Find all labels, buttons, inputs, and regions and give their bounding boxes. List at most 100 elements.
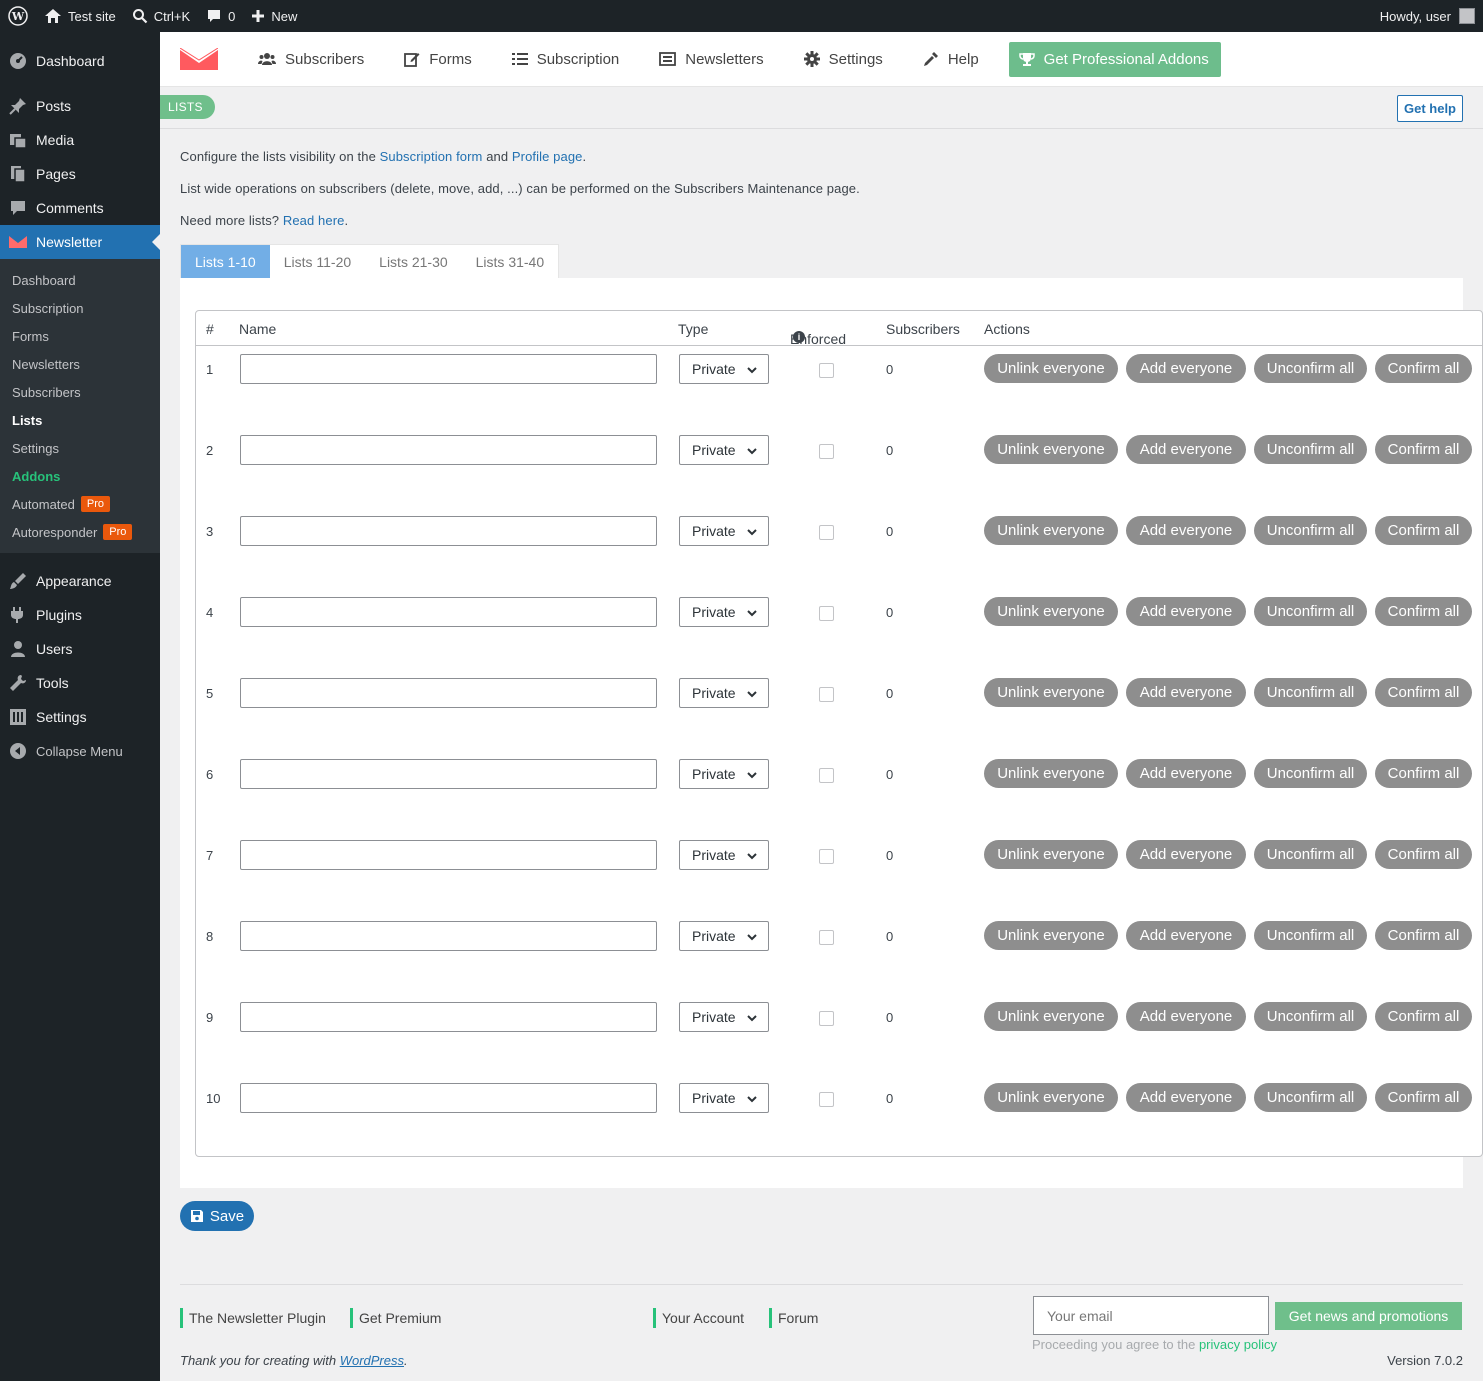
wordpress-link[interactable]: WordPress [340, 1353, 404, 1368]
search-shortcut[interactable]: Ctrl+K [124, 0, 198, 32]
unlink-everyone-button[interactable]: Unlink everyone [984, 759, 1118, 788]
nav-subscription[interactable]: Subscription [511, 51, 619, 68]
menu-comments[interactable]: Comments [0, 191, 160, 225]
tab-lists-11-20[interactable]: Lists 11-20 [270, 245, 365, 278]
menu-newsletter[interactable]: Newsletter [0, 225, 160, 259]
nav-newsletters[interactable]: Newsletters [659, 51, 764, 68]
list-type-select[interactable]: Private [679, 840, 769, 870]
tab-lists-1-10[interactable]: Lists 1-10 [181, 245, 270, 278]
submenu-lists[interactable]: Lists [0, 406, 160, 434]
add-everyone-button[interactable]: Add everyone [1126, 678, 1246, 707]
unlink-everyone-button[interactable]: Unlink everyone [984, 1002, 1118, 1031]
list-type-select[interactable]: Private [679, 597, 769, 627]
unconfirm-all-button[interactable]: Unconfirm all [1254, 678, 1367, 707]
unlink-everyone-button[interactable]: Unlink everyone [984, 1083, 1118, 1112]
confirm-all-button[interactable]: Confirm all [1375, 354, 1472, 383]
add-everyone-button[interactable]: Add everyone [1126, 759, 1246, 788]
list-type-select[interactable]: Private [679, 1083, 769, 1113]
submenu-settings[interactable]: Settings [0, 434, 160, 462]
newsletter-logo-icon[interactable] [179, 47, 219, 70]
collapse-menu-button[interactable]: Collapse Menu [0, 734, 160, 768]
enforced-checkbox[interactable] [819, 1011, 834, 1026]
confirm-all-button[interactable]: Confirm all [1375, 597, 1472, 626]
unconfirm-all-button[interactable]: Unconfirm all [1254, 840, 1367, 869]
enforced-checkbox[interactable] [819, 1092, 834, 1107]
new-content-link[interactable]: New [243, 0, 305, 32]
unconfirm-all-button[interactable]: Unconfirm all [1254, 1083, 1367, 1112]
confirm-all-button[interactable]: Confirm all [1375, 921, 1472, 950]
privacy-policy-link[interactable]: privacy policy [1199, 1337, 1277, 1352]
list-name-input[interactable] [240, 516, 657, 546]
unconfirm-all-button[interactable]: Unconfirm all [1254, 1002, 1367, 1031]
read-here-link[interactable]: Read here [283, 213, 345, 228]
tab-lists-21-30[interactable]: Lists 21-30 [365, 245, 461, 278]
save-button[interactable]: Save [180, 1201, 254, 1231]
list-type-select[interactable]: Private [679, 759, 769, 789]
unlink-everyone-button[interactable]: Unlink everyone [984, 354, 1118, 383]
list-type-select[interactable]: Private [679, 516, 769, 546]
nav-help[interactable]: Help [923, 51, 979, 68]
list-name-input[interactable] [240, 678, 657, 708]
unlink-everyone-button[interactable]: Unlink everyone [984, 597, 1118, 626]
tab-lists-31-40[interactable]: Lists 31-40 [462, 245, 558, 278]
menu-pages[interactable]: Pages [0, 157, 160, 191]
confirm-all-button[interactable]: Confirm all [1375, 1002, 1472, 1031]
enforced-checkbox[interactable] [819, 363, 834, 378]
menu-appearance[interactable]: Appearance [0, 564, 160, 598]
submenu-subscribers[interactable]: Subscribers [0, 378, 160, 406]
list-name-input[interactable] [240, 354, 657, 384]
get-professional-addons-button[interactable]: Get Professional Addons [1008, 41, 1221, 77]
menu-users[interactable]: Users [0, 632, 160, 666]
unlink-everyone-button[interactable]: Unlink everyone [984, 840, 1118, 869]
unlink-everyone-button[interactable]: Unlink everyone [984, 678, 1118, 707]
confirm-all-button[interactable]: Confirm all [1375, 759, 1472, 788]
confirm-all-button[interactable]: Confirm all [1375, 678, 1472, 707]
list-name-input[interactable] [240, 1002, 657, 1032]
add-everyone-button[interactable]: Add everyone [1126, 1083, 1246, 1112]
footer-link-forum[interactable]: Forum [769, 1308, 818, 1328]
add-everyone-button[interactable]: Add everyone [1126, 921, 1246, 950]
add-everyone-button[interactable]: Add everyone [1126, 516, 1246, 545]
list-name-input[interactable] [240, 1083, 657, 1113]
list-type-select[interactable]: Private [679, 435, 769, 465]
confirm-all-button[interactable]: Confirm all [1375, 840, 1472, 869]
unlink-everyone-button[interactable]: Unlink everyone [984, 516, 1118, 545]
enforced-checkbox[interactable] [819, 849, 834, 864]
submenu-autoresponder[interactable]: Autoresponder Pro [0, 518, 160, 546]
submenu-forms[interactable]: Forms [0, 322, 160, 350]
enforced-checkbox[interactable] [819, 768, 834, 783]
nav-settings[interactable]: Settings [803, 51, 883, 68]
enforced-checkbox[interactable] [819, 606, 834, 621]
enforced-checkbox[interactable] [819, 525, 834, 540]
unconfirm-all-button[interactable]: Unconfirm all [1254, 921, 1367, 950]
confirm-all-button[interactable]: Confirm all [1375, 435, 1472, 464]
footer-link-newsletter-plugin[interactable]: The Newsletter Plugin [180, 1308, 326, 1328]
add-everyone-button[interactable]: Add everyone [1126, 597, 1246, 626]
list-name-input[interactable] [240, 597, 657, 627]
enforced-checkbox[interactable] [819, 687, 834, 702]
unconfirm-all-button[interactable]: Unconfirm all [1254, 354, 1367, 383]
nav-subscribers[interactable]: Subscribers [258, 51, 364, 68]
list-name-input[interactable] [240, 435, 657, 465]
add-everyone-button[interactable]: Add everyone [1126, 840, 1246, 869]
submenu-subscription[interactable]: Subscription [0, 294, 160, 322]
list-type-select[interactable]: Private [679, 354, 769, 384]
my-account[interactable]: Howdy, user [1380, 8, 1483, 24]
submenu-newsletters[interactable]: Newsletters [0, 350, 160, 378]
enforced-checkbox[interactable] [819, 444, 834, 459]
list-type-select[interactable]: Private [679, 921, 769, 951]
unlink-everyone-button[interactable]: Unlink everyone [984, 435, 1118, 464]
menu-posts[interactable]: Posts [0, 89, 160, 123]
unconfirm-all-button[interactable]: Unconfirm all [1254, 759, 1367, 788]
unconfirm-all-button[interactable]: Unconfirm all [1254, 435, 1367, 464]
menu-dashboard[interactable]: Dashboard [0, 44, 160, 78]
subscription-form-link[interactable]: Subscription form [380, 149, 483, 164]
list-type-select[interactable]: Private [679, 678, 769, 708]
get-news-button[interactable]: Get news and promotions [1275, 1302, 1462, 1330]
unlink-everyone-button[interactable]: Unlink everyone [984, 921, 1118, 950]
comments-link[interactable]: 0 [198, 0, 243, 32]
footer-link-get-premium[interactable]: Get Premium [350, 1308, 441, 1328]
profile-page-link[interactable]: Profile page [512, 149, 583, 164]
get-help-button[interactable]: Get help [1396, 95, 1463, 122]
list-name-input[interactable] [240, 840, 657, 870]
